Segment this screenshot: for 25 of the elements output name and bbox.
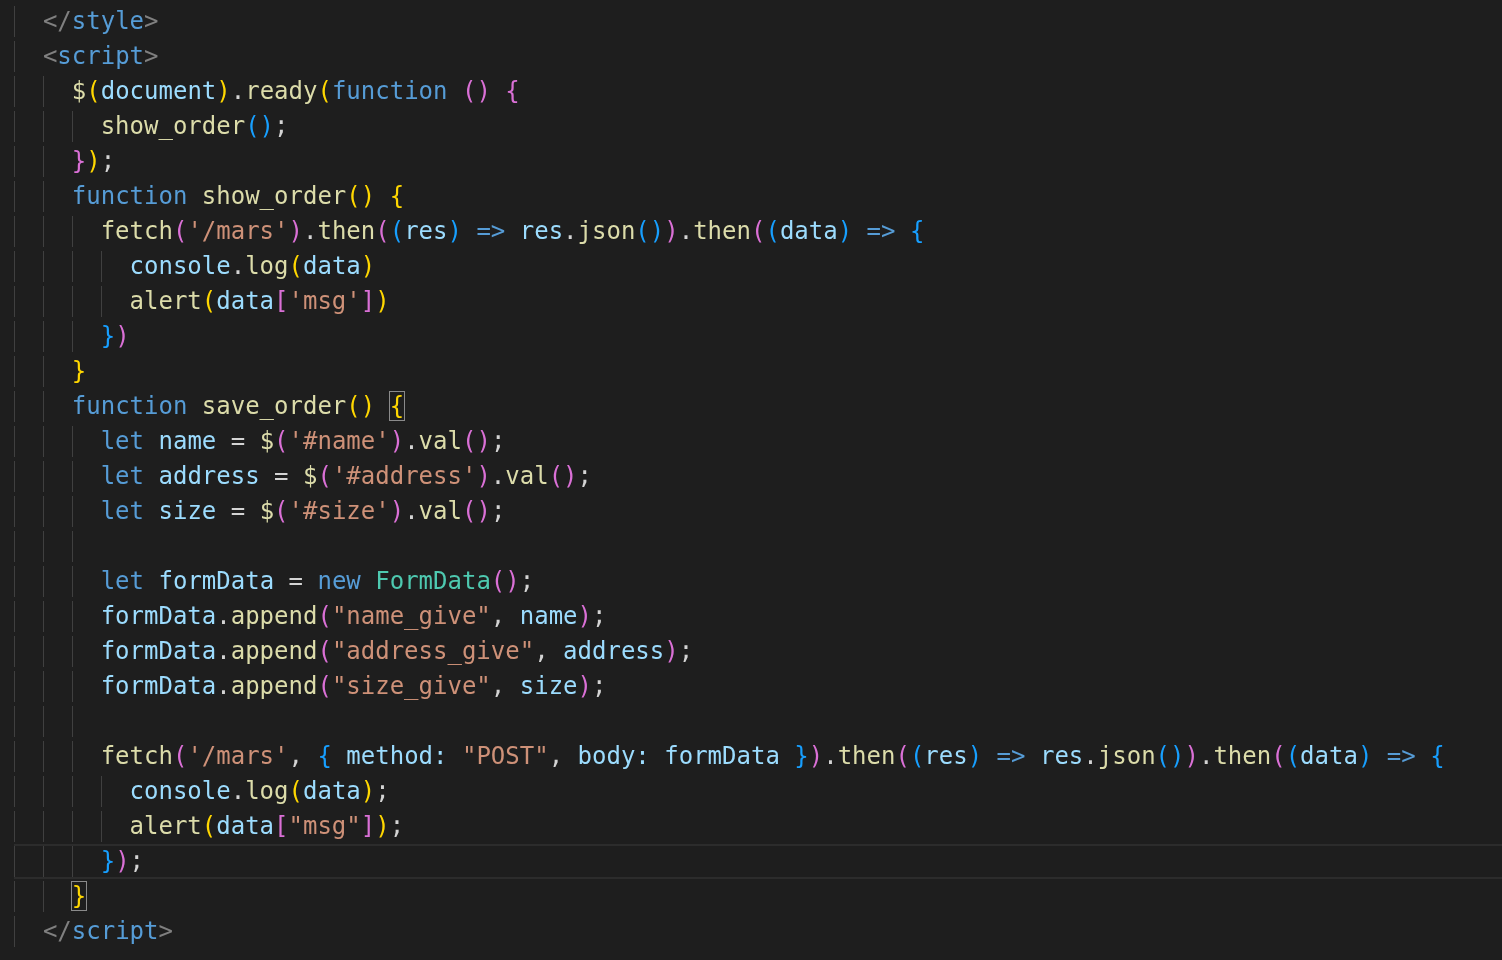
code-line: }) [100, 321, 130, 352]
code-line: }); [100, 846, 145, 877]
code-line: } [71, 881, 87, 912]
code-line: <script> [42, 41, 159, 72]
code-line: alert(data['msg']) [129, 286, 390, 317]
code-line: formData.append("name_give", name); [100, 601, 607, 632]
code-line: </script> [42, 916, 173, 947]
code-line: } [71, 356, 87, 387]
code-line: formData.append("address_give", address); [100, 636, 694, 667]
code-line: }); [71, 146, 116, 177]
code-line: console.log(data) [129, 251, 376, 282]
code-line: fetch('/mars', { method: "POST", body: formData }).then((res) => res.json()).then((data) => { [100, 741, 1445, 772]
code-line: $(document).ready(function () { [71, 76, 520, 107]
code-line: let size = $('#size').val(); [100, 496, 506, 527]
code-line: fetch('/mars').then((res) => res.json()).then((data) => { [100, 216, 925, 247]
code-line: console.log(data); [129, 776, 390, 807]
code-line: alert(data["msg"]); [129, 811, 405, 842]
code-line: let formData = new FormData(); [100, 566, 535, 597]
code-line: let name = $('#name').val(); [100, 426, 506, 457]
code-line: function save_order() { [71, 391, 405, 422]
code-line: </style> [42, 6, 159, 37]
code-line: formData.append("size_give", size); [100, 671, 607, 702]
code-line: function show_order() { [71, 181, 405, 212]
code-line: show_order(); [100, 111, 289, 142]
code-line: let address = $('#address').val(); [100, 461, 592, 492]
